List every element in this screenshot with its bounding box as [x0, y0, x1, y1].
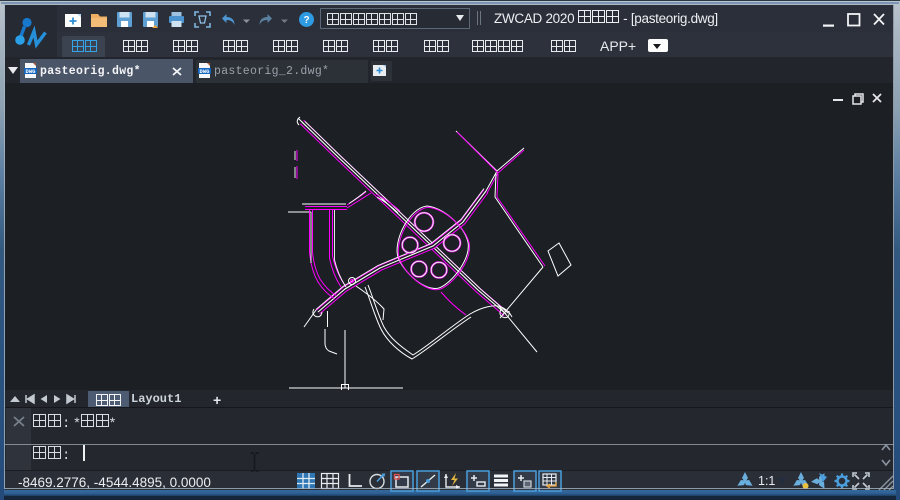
- svg-text:?: ?: [303, 15, 309, 26]
- svg-text:1:1: 1:1: [758, 474, 775, 488]
- svg-text:DWG: DWG: [200, 68, 211, 75]
- svg-text:DWG: DWG: [26, 68, 37, 75]
